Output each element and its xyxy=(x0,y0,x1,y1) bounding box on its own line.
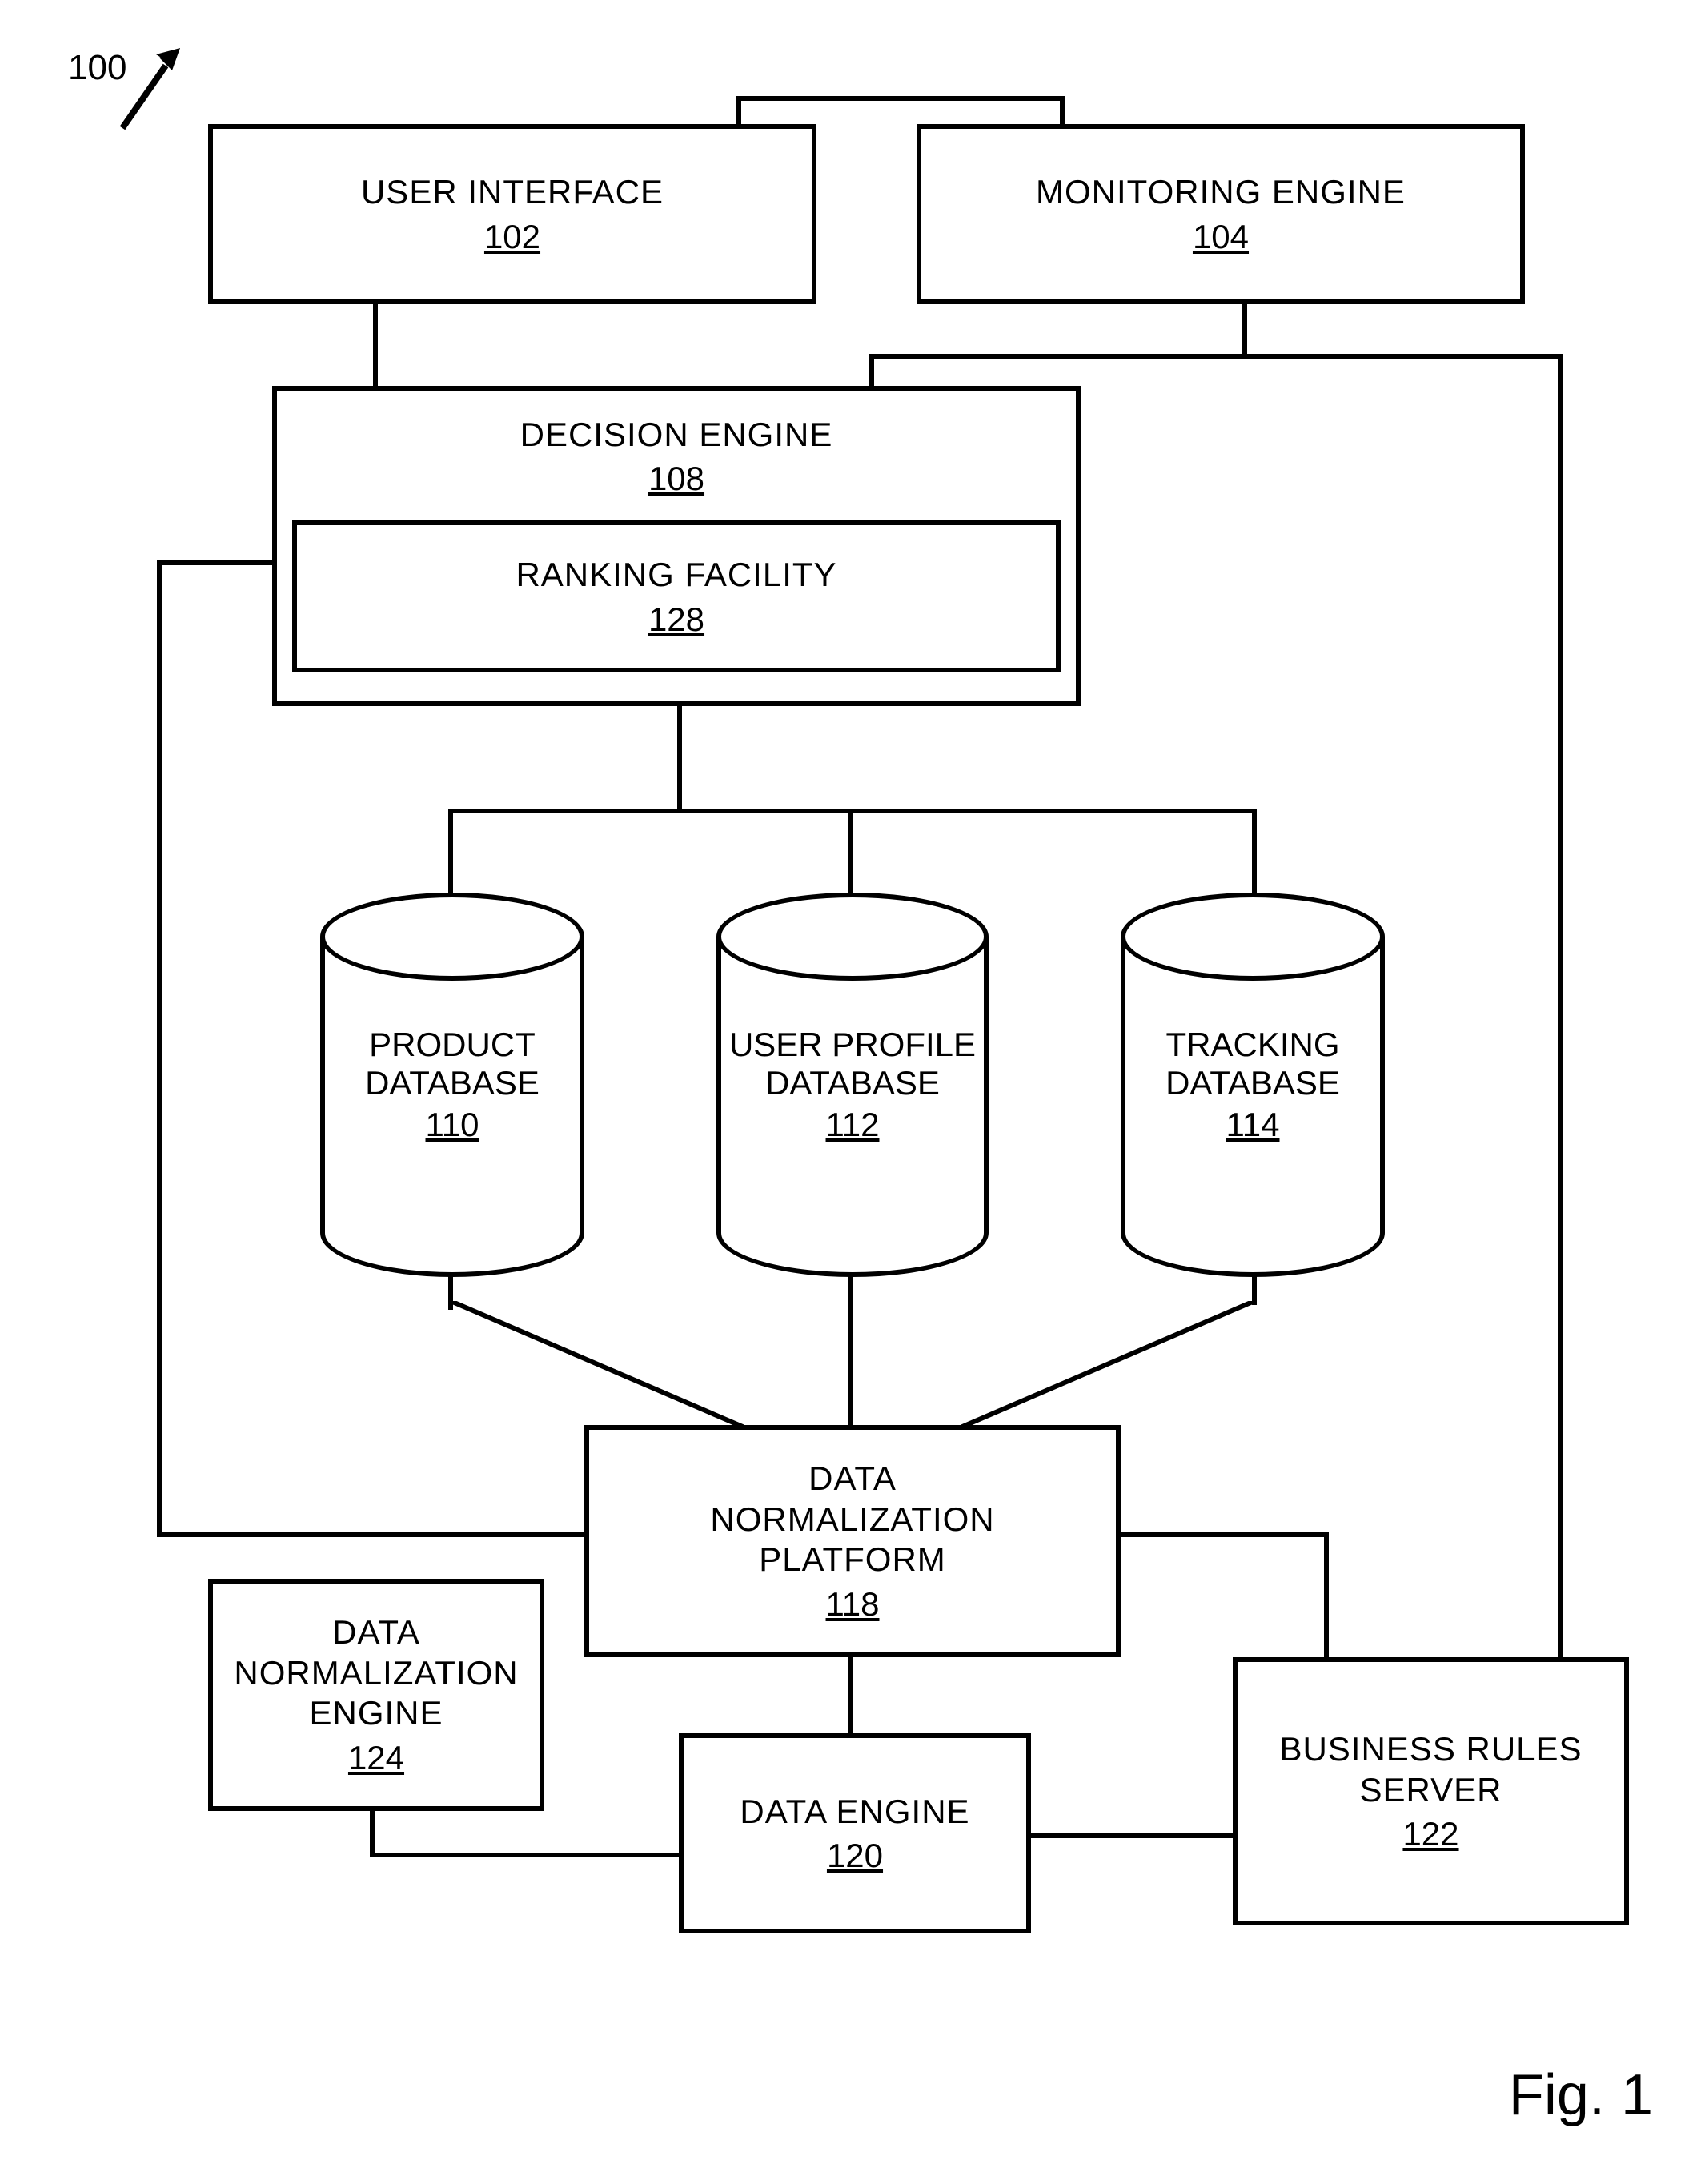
data-engine-num: 120 xyxy=(827,1837,883,1875)
connector xyxy=(1121,1532,1329,1537)
connector xyxy=(869,354,1563,359)
connector xyxy=(370,1809,375,1857)
user-profile-database-cylinder: USER PROFILE DATABASE 112 xyxy=(716,893,989,1277)
user-interface-label: USER INTERFACE xyxy=(361,172,664,212)
figure-label: Fig. 1 xyxy=(1509,2062,1653,2128)
brs-num: 122 xyxy=(1402,1815,1458,1853)
brs-label2: SERVER xyxy=(1360,1770,1502,1810)
dnp-label1: DATA xyxy=(808,1459,897,1499)
decision-engine-box: DECISION ENGINE 108 RANKING FACILITY 128 xyxy=(272,386,1081,706)
connector xyxy=(157,1532,589,1537)
connector xyxy=(448,1301,744,1429)
connector xyxy=(1028,1833,1236,1838)
decision-engine-label: DECISION ENGINE xyxy=(520,415,833,455)
connector xyxy=(370,1853,682,1857)
connector xyxy=(869,354,874,390)
data-normalization-engine-box: DATA NORMALIZATION ENGINE 124 xyxy=(208,1579,544,1811)
connector xyxy=(1324,1532,1329,1660)
ranking-facility-label: RANKING FACILITY xyxy=(516,555,836,595)
connector xyxy=(1242,300,1247,356)
connector xyxy=(157,560,277,565)
tracking-database-cylinder: TRACKING DATABASE 114 xyxy=(1121,893,1385,1277)
product-database-cylinder: PRODUCT DATABASE 110 xyxy=(320,893,584,1277)
user-interface-box: USER INTERFACE 102 xyxy=(208,124,816,304)
connector xyxy=(848,1273,853,1425)
tracking-db-label2: DATABASE xyxy=(1165,1064,1340,1102)
connector xyxy=(848,809,853,897)
product-db-num: 110 xyxy=(426,1106,479,1144)
connector xyxy=(448,809,453,897)
data-normalization-platform-box: DATA NORMALIZATION PLATFORM 118 xyxy=(584,1425,1121,1657)
data-engine-label: DATA ENGINE xyxy=(740,1792,969,1832)
connector xyxy=(848,1649,853,1737)
connector xyxy=(1252,1273,1257,1305)
monitoring-engine-label: MONITORING ENGINE xyxy=(1036,172,1406,212)
dne-label3: ENGINE xyxy=(309,1693,443,1733)
connector xyxy=(448,1273,453,1305)
product-db-label1: PRODUCT xyxy=(369,1026,536,1064)
monitoring-engine-num: 104 xyxy=(1193,218,1249,256)
business-rules-server-box: BUSINESS RULES SERVER 122 xyxy=(1233,1657,1629,1925)
connector xyxy=(736,96,741,128)
connector xyxy=(1252,809,1257,897)
connector xyxy=(1060,96,1065,128)
dnp-label2: NORMALIZATION xyxy=(710,1499,994,1540)
dnp-label3: PLATFORM xyxy=(759,1540,946,1580)
product-db-label2: DATABASE xyxy=(365,1064,540,1102)
data-engine-box: DATA ENGINE 120 xyxy=(679,1733,1031,1933)
brs-label1: BUSINESS RULES xyxy=(1279,1729,1582,1769)
user-profile-db-num: 112 xyxy=(826,1106,880,1144)
connector xyxy=(373,300,378,390)
dne-num: 124 xyxy=(348,1739,404,1777)
decision-engine-num: 108 xyxy=(648,460,704,498)
connector xyxy=(677,705,682,809)
tracking-db-label1: TRACKING xyxy=(1165,1026,1339,1064)
user-interface-num: 102 xyxy=(484,218,540,256)
user-profile-db-label2: DATABASE xyxy=(765,1064,940,1102)
tracking-db-num: 114 xyxy=(1226,1106,1280,1144)
dne-label2: NORMALIZATION xyxy=(234,1653,518,1693)
user-profile-db-label1: USER PROFILE xyxy=(729,1026,976,1064)
ranking-facility-box: RANKING FACILITY 128 xyxy=(292,520,1061,672)
reference-arrow-icon xyxy=(116,48,188,140)
connector xyxy=(157,560,162,1537)
dne-label1: DATA xyxy=(332,1612,420,1652)
connector xyxy=(961,1301,1257,1429)
dnp-num: 118 xyxy=(826,1585,880,1624)
connector xyxy=(1558,354,1563,1755)
connector xyxy=(736,96,1065,101)
monitoring-engine-box: MONITORING ENGINE 104 xyxy=(917,124,1525,304)
ranking-facility-num: 128 xyxy=(648,600,704,639)
